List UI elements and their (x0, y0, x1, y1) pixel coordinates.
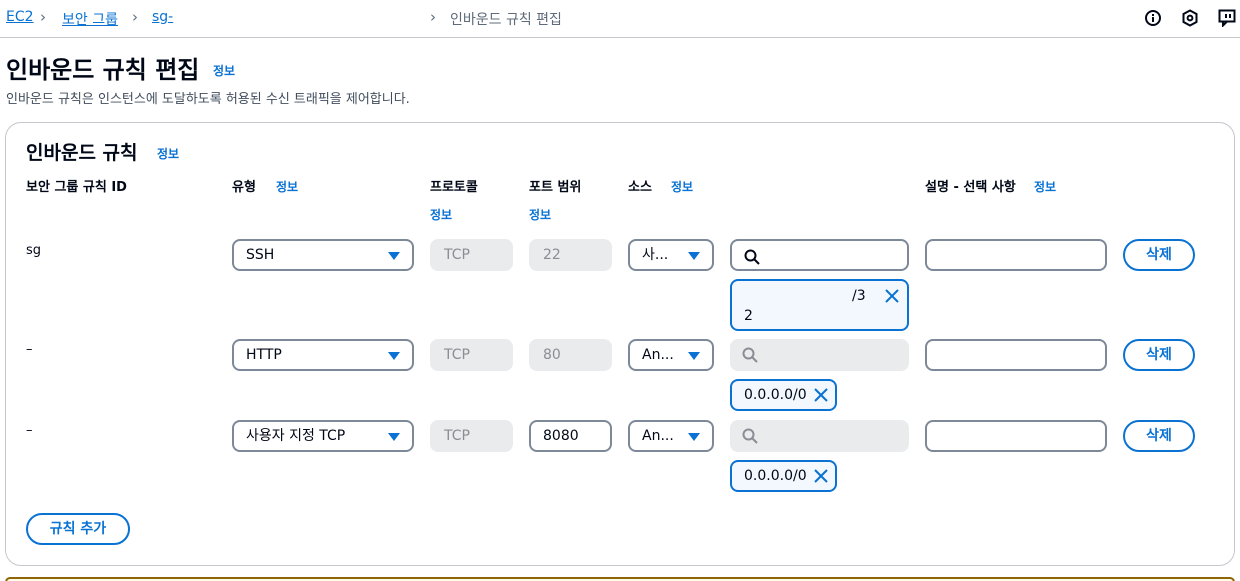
delete-button[interactable]: 삭제 (1123, 339, 1195, 371)
breadcrumb-current: 인바운드 규칙 편집 (450, 12, 562, 28)
type-select[interactable]: 사용자 지정 TCP (232, 420, 414, 452)
source-token-label: 0.0.0.0/0 (744, 387, 807, 403)
breadcrumb-security-group-id[interactable]: sg- (152, 9, 173, 25)
description-input[interactable] (925, 420, 1107, 452)
panel-title: 인바운드 규칙 (26, 142, 138, 164)
source-token-label: 0.0.0.0/0 (744, 468, 807, 484)
source-info-link[interactable]: 정보 (671, 178, 693, 195)
port-info-link[interactable]: 정보 (529, 206, 551, 223)
panel-info-link[interactable]: 정보 (157, 145, 179, 162)
description-input[interactable] (925, 339, 1107, 371)
info-circle-icon[interactable] (1144, 9, 1162, 27)
search-icon (742, 428, 758, 444)
delete-button[interactable]: 삭제 (1123, 239, 1195, 271)
rule-id: sg (26, 243, 42, 258)
source-token: 0.0.0.0/0 (730, 460, 837, 492)
type-select-value: HTTP (246, 347, 282, 363)
add-rule-button[interactable]: 규칙 추가 (26, 513, 130, 545)
type-select-value: 사용자 지정 TCP (246, 428, 346, 444)
type-info-link[interactable]: 정보 (276, 178, 298, 195)
caret-down-icon (388, 252, 400, 260)
feedback-icon[interactable] (1218, 9, 1240, 27)
source-select-value: An... (642, 347, 674, 363)
top-bar: EC2 › 보안 그룹 › sg- › 인바운드 규칙 편집 (0, 0, 1240, 38)
search-icon (742, 347, 758, 363)
chevron-right-icon: › (430, 8, 436, 26)
search-icon (744, 249, 760, 265)
source-select-value: An... (642, 428, 674, 444)
caret-down-icon (688, 352, 700, 360)
column-header-port-range: 포트 범위 (529, 180, 582, 195)
breadcrumb-ec2[interactable]: EC2 (6, 9, 34, 25)
source-token: /3 2 (730, 279, 909, 331)
page-description: 인바운드 규칙은 인스턴스에 도달하도록 허용된 수신 트래픽을 제어합니다. (6, 92, 410, 107)
page-title: 인바운드 규칙 편집 (6, 56, 200, 84)
close-icon[interactable] (813, 468, 829, 484)
caret-down-icon (688, 252, 700, 260)
caret-down-icon (388, 352, 400, 360)
type-select[interactable]: SSH (232, 239, 414, 271)
warning-alert (5, 577, 1235, 581)
caret-down-icon (388, 433, 400, 441)
source-token: 0.0.0.0/0 (730, 379, 837, 411)
close-icon[interactable] (884, 288, 900, 304)
source-select[interactable]: 사... (628, 239, 714, 271)
port-range-input[interactable]: 8080 (529, 420, 612, 452)
rule-id: – (26, 423, 33, 438)
source-token-label-line2: 2 (744, 308, 753, 324)
breadcrumb-security-groups[interactable]: 보안 그룹 (62, 9, 118, 29)
port-range-field: 80 (529, 339, 612, 371)
source-select[interactable]: An... (628, 420, 714, 452)
chevron-right-icon: › (132, 8, 138, 26)
column-header-source: 소스 (628, 180, 652, 195)
description-input[interactable] (925, 239, 1107, 271)
chevron-right-icon: › (40, 8, 46, 26)
column-header-description: 설명 - 선택 사항 (925, 180, 1016, 195)
protocol-field: TCP (430, 420, 513, 452)
protocol-info-link[interactable]: 정보 (430, 206, 452, 223)
port-range-field: 22 (529, 239, 612, 271)
source-search-input (730, 420, 909, 452)
column-header-type: 유형 (232, 180, 256, 195)
type-select-value: SSH (246, 247, 275, 263)
column-header-rule-id: 보안 그룹 규칙 ID (26, 180, 127, 195)
close-icon[interactable] (813, 387, 829, 403)
source-search-input (730, 339, 909, 371)
protocol-field: TCP (430, 339, 513, 371)
settings-hex-icon[interactable] (1181, 9, 1199, 27)
column-header-protocol: 프로토콜 (430, 180, 478, 195)
page-info-link[interactable]: 정보 (213, 62, 235, 79)
caret-down-icon (688, 433, 700, 441)
rule-id: – (26, 342, 33, 357)
protocol-field: TCP (430, 239, 513, 271)
source-select[interactable]: An... (628, 339, 714, 371)
source-select-value: 사... (642, 247, 669, 263)
source-search-input[interactable] (730, 239, 909, 271)
source-token-label: /3 (852, 288, 866, 304)
delete-button[interactable]: 삭제 (1123, 420, 1195, 452)
type-select[interactable]: HTTP (232, 339, 414, 371)
description-info-link[interactable]: 정보 (1034, 178, 1056, 195)
